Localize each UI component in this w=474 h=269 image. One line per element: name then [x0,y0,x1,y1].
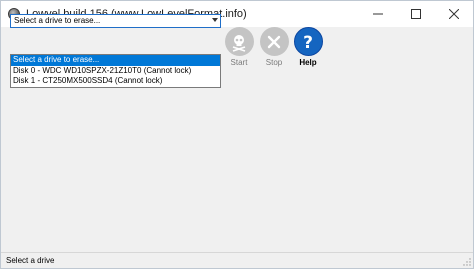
question-icon: ? [293,27,323,56]
stop-label: Stop [265,58,283,67]
minimize-button[interactable] [359,1,397,27]
x-icon [259,27,289,56]
status-text: Select a drive [6,256,55,265]
drive-select[interactable]: Select a drive to erase... [10,14,221,28]
progress-content-area [2,88,472,252]
chevron-down-icon[interactable] [212,18,218,22]
start-button[interactable]: Start [223,27,255,67]
minimize-icon [373,13,383,15]
close-button[interactable] [435,1,473,27]
status-bar: Select a drive [1,252,473,268]
window-controls [359,1,473,27]
dropdown-option-disk1[interactable]: Disk 1 - CT250MX500SSD4 (Cannot lock) [11,76,220,87]
help-label: Help [299,58,317,67]
help-button[interactable]: ? Help [292,27,324,67]
maximize-icon [411,9,421,19]
stop-button[interactable]: Stop [258,27,290,67]
skull-icon [224,27,254,56]
resize-grip-icon[interactable] [463,258,471,266]
close-icon [449,9,459,19]
drive-select-value: Select a drive to erase... [14,16,101,25]
drive-dropdown-list: Select a drive to erase... Disk 0 - WDC … [10,54,221,88]
start-label: Start [230,58,248,67]
svg-text:?: ? [303,33,313,51]
maximize-button[interactable] [397,1,435,27]
app-window: Lowvel build 156 (www.LowLevelFormat.inf… [0,0,474,269]
dropdown-option-placeholder[interactable]: Select a drive to erase... [11,55,220,66]
dropdown-option-disk0[interactable]: Disk 0 - WDC WD10SPZX-21Z10T0 (Cannot lo… [11,66,220,77]
